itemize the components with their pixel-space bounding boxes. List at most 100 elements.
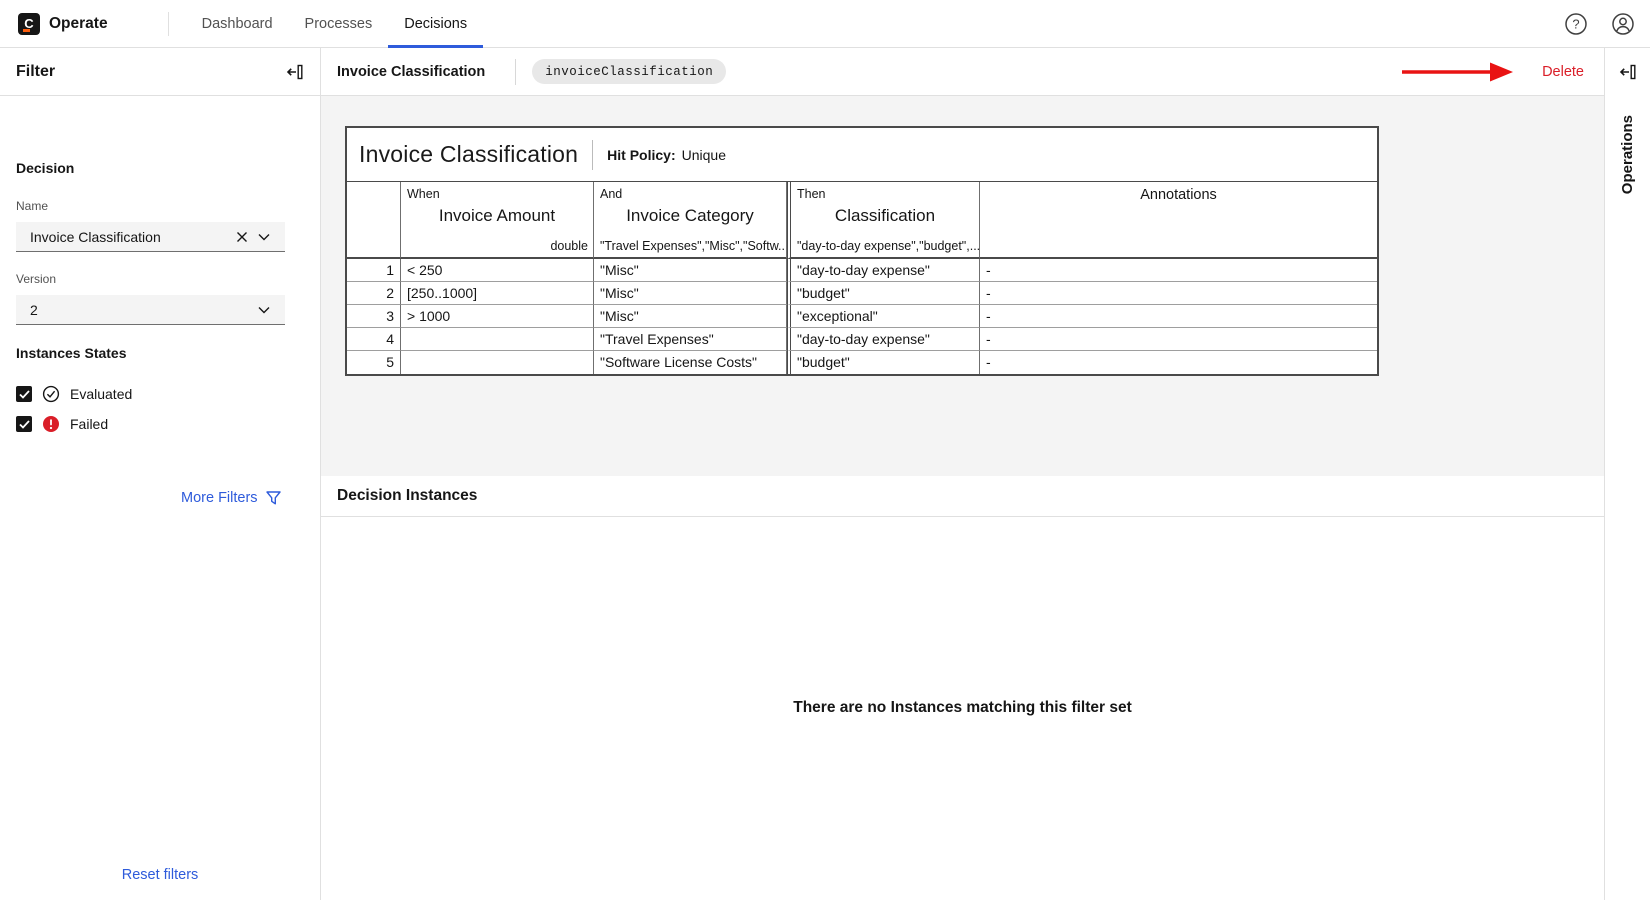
dmn-cell-invoice-category[interactable]: "Software License Costs": [594, 351, 787, 374]
dmn-cell-annotation[interactable]: -: [980, 305, 1377, 328]
input-values-label: "Travel Expenses","Misc","Softw...: [600, 239, 785, 253]
svg-text:?: ?: [1572, 16, 1579, 31]
failed-checkbox[interactable]: [16, 416, 32, 432]
filter-panel-title: Filter: [16, 63, 55, 81]
dmn-rule-number[interactable]: 4: [347, 328, 401, 351]
camunda-logo-icon: C: [18, 13, 40, 35]
version-select[interactable]: 2: [16, 295, 285, 325]
dmn-cell-invoice-amount[interactable]: [401, 351, 594, 374]
failed-label: Failed: [70, 416, 108, 432]
chevron-down-icon[interactable]: [253, 299, 275, 321]
decision-section-heading: Decision: [16, 160, 74, 176]
state-row-failed: Failed: [16, 413, 108, 435]
hit-policy-label: Hit Policy:: [607, 147, 675, 163]
dmn-annotations-header: Annotations: [980, 182, 1377, 259]
decision-title: Invoice Classification: [337, 64, 485, 80]
decision-instances-header: Decision Instances: [321, 476, 1604, 517]
dmn-title-divider: [592, 140, 593, 170]
failed-status-icon: [42, 415, 60, 433]
decision-viewport: Invoice Classification Hit Policy: Uniqu…: [321, 96, 1604, 476]
decision-id-badge: invoiceClassification: [532, 59, 726, 84]
input-type-label: double: [550, 239, 588, 253]
dmn-cell-classification[interactable]: "day-to-day expense": [787, 328, 980, 351]
dmn-cell-classification[interactable]: "budget": [787, 282, 980, 305]
dmn-input-header-invoice-category: And Invoice Category "Travel Expenses","…: [594, 182, 787, 259]
decision-header: Invoice Classification invoiceClassifica…: [321, 48, 1604, 96]
dmn-cell-invoice-amount[interactable]: < 250: [401, 259, 594, 282]
input-column-label: Invoice Category: [594, 206, 786, 226]
chevron-down-icon[interactable]: [253, 226, 275, 248]
output-values-label: "day-to-day expense","budget",...: [797, 239, 980, 253]
dmn-cell-invoice-category[interactable]: "Travel Expenses": [594, 328, 787, 351]
decision-name-value: Invoice Classification: [30, 229, 231, 245]
dmn-rule-number[interactable]: 3: [347, 305, 401, 328]
dmn-cell-classification[interactable]: "budget": [787, 351, 980, 374]
instances-states-heading: Instances States: [16, 345, 127, 361]
dmn-decision-table: Invoice Classification Hit Policy: Uniqu…: [345, 126, 1379, 376]
logo-letter: C: [24, 17, 33, 30]
version-value: 2: [30, 302, 253, 318]
dmn-table-title: Invoice Classification: [359, 141, 578, 168]
dmn-output-header-classification: Then Classification "day-to-day expense"…: [787, 182, 980, 259]
topnav-right-icons: ?: [1562, 10, 1650, 37]
rule-keyword: And: [600, 187, 622, 201]
decision-instances-title: Decision Instances: [337, 487, 477, 505]
reset-filters-container: Reset filters: [0, 866, 320, 884]
decision-name-select[interactable]: Invoice Classification: [16, 222, 285, 252]
output-column-label: Classification: [791, 206, 979, 226]
tab-dashboard[interactable]: Dashboard: [186, 0, 289, 48]
operations-panel-collapsed: Operations: [1604, 48, 1650, 900]
tab-decisions[interactable]: Decisions: [388, 0, 483, 48]
dmn-grid: When Invoice Amount double And Invoice C…: [347, 182, 1377, 374]
annotation-arrow-icon: [1402, 59, 1514, 85]
user-profile-icon[interactable]: [1609, 10, 1636, 37]
rule-keyword: Then: [797, 187, 826, 201]
rule-keyword: When: [407, 187, 440, 201]
dmn-cell-annotation[interactable]: -: [980, 351, 1377, 374]
top-navigation-bar: C Operate Dashboard Processes Decisions …: [0, 0, 1650, 48]
operations-panel-title: Operations: [1619, 115, 1636, 194]
dmn-cell-annotation[interactable]: -: [980, 282, 1377, 305]
dmn-title-row: Invoice Classification Hit Policy: Uniqu…: [347, 128, 1377, 182]
evaluated-status-icon: [42, 385, 60, 403]
dmn-rule-number[interactable]: 1: [347, 259, 401, 282]
decision-instances-body: There are no Instances matching this fil…: [321, 517, 1604, 899]
main-content: Invoice Classification invoiceClassifica…: [321, 48, 1604, 900]
empty-state-message: There are no Instances matching this fil…: [793, 699, 1132, 717]
tab-processes[interactable]: Processes: [289, 0, 389, 48]
version-field-label: Version: [16, 272, 56, 286]
dmn-rule-number[interactable]: 2: [347, 282, 401, 305]
help-icon[interactable]: ?: [1562, 10, 1589, 37]
more-filters-link[interactable]: More Filters: [181, 490, 281, 506]
hit-policy-value: Unique: [682, 147, 726, 163]
expand-operations-panel-button[interactable]: [1617, 61, 1639, 83]
nav-tabs: Dashboard Processes Decisions: [186, 0, 484, 48]
more-filters-label: More Filters: [181, 490, 258, 506]
filter-panel-header: Filter: [0, 48, 320, 96]
input-column-label: Invoice Amount: [401, 206, 593, 226]
evaluated-checkbox[interactable]: [16, 386, 32, 402]
reset-filters-link[interactable]: Reset filters: [122, 867, 199, 883]
dmn-cell-annotation[interactable]: -: [980, 328, 1377, 351]
state-row-evaluated: Evaluated: [16, 383, 132, 405]
delete-button[interactable]: Delete: [1542, 64, 1584, 80]
dmn-cell-invoice-amount[interactable]: [401, 328, 594, 351]
dmn-cell-invoice-amount[interactable]: [250..1000]: [401, 282, 594, 305]
dmn-cell-invoice-category[interactable]: "Misc": [594, 259, 787, 282]
filter-panel: Filter Decision Name Invoice Classificat…: [0, 48, 321, 900]
clear-selection-icon[interactable]: [231, 226, 253, 248]
dmn-cell-annotation[interactable]: -: [980, 259, 1377, 282]
filter-funnel-icon: [266, 491, 281, 505]
collapse-filter-panel-button[interactable]: [284, 61, 306, 83]
filter-panel-body: Decision Name Invoice Classification Ver…: [0, 96, 320, 900]
dmn-cell-classification[interactable]: "day-to-day expense": [787, 259, 980, 282]
evaluated-label: Evaluated: [70, 386, 132, 402]
dmn-rule-number[interactable]: 5: [347, 351, 401, 374]
dmn-cell-invoice-category[interactable]: "Misc": [594, 305, 787, 328]
dmn-index-header-cell: [347, 182, 401, 259]
nav-divider: [168, 12, 169, 36]
dmn-cell-invoice-category[interactable]: "Misc": [594, 282, 787, 305]
app-brand-name: Operate: [49, 15, 108, 33]
dmn-cell-classification[interactable]: "exceptional": [787, 305, 980, 328]
dmn-cell-invoice-amount[interactable]: > 1000: [401, 305, 594, 328]
